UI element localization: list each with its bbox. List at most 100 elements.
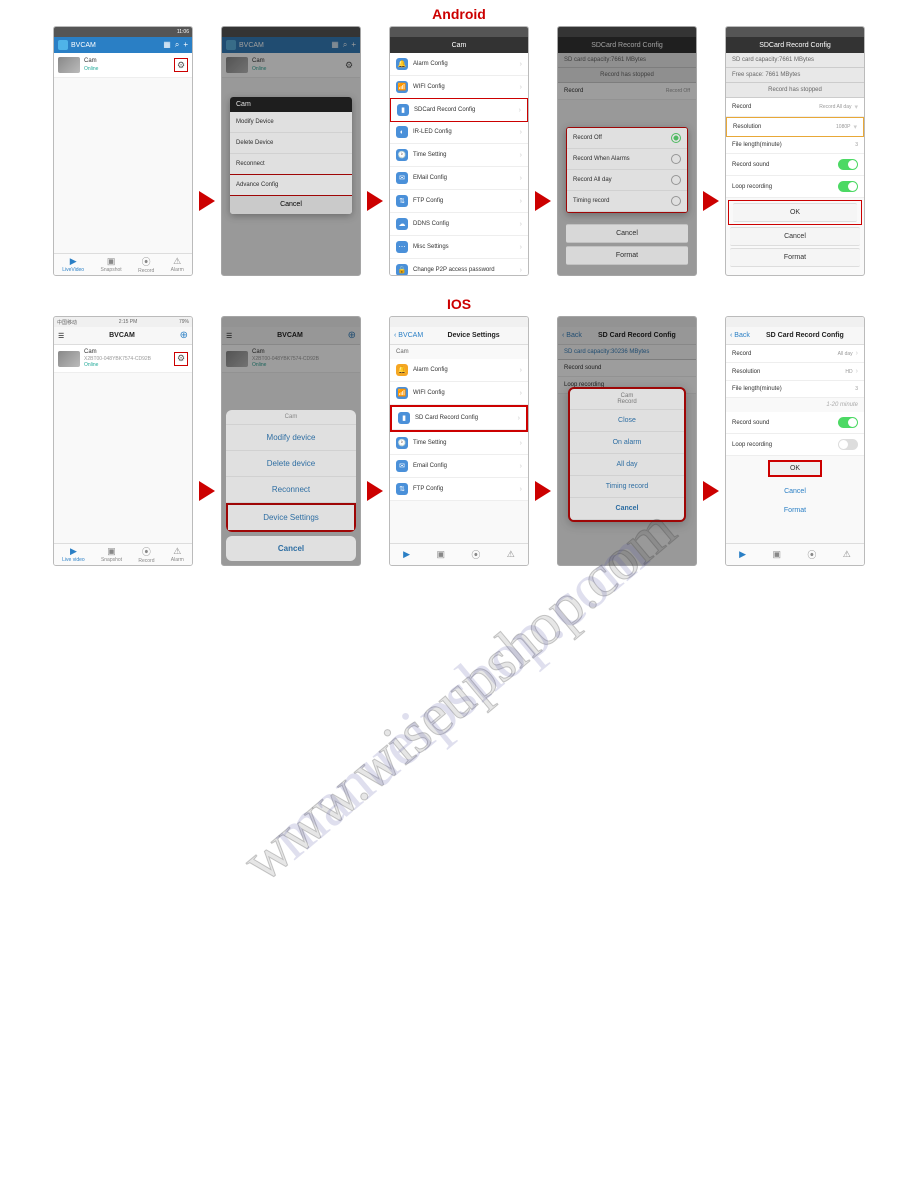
row-record[interactable]: RecordAll day›	[726, 345, 864, 363]
tab-livevideo[interactable]: ▶LiveVideo	[62, 256, 84, 273]
row-recsound[interactable]: Record sound	[726, 154, 864, 176]
tab-alarm[interactable]: ⚠Alarm	[171, 546, 184, 563]
device-settings-gear-icon[interactable]: ⚙	[174, 58, 188, 72]
tab-livevideo[interactable]: ▶	[403, 549, 410, 560]
row-loop[interactable]: Loop recording	[726, 434, 864, 456]
search-icon[interactable]: ⌕	[175, 40, 179, 50]
tab-record[interactable]: ⦿Record	[138, 545, 154, 564]
row-wifi-config[interactable]: 📶WIFI Config›	[390, 76, 528, 99]
cancel-button[interactable]: Cancel	[730, 483, 860, 500]
back-button[interactable]: ‹ Back	[730, 332, 750, 339]
sheet-reconnect[interactable]: Reconnect	[226, 477, 356, 503]
tab-snapshot[interactable]: ▣	[436, 549, 445, 560]
row-alarm-config[interactable]: 🔔Alarm Config›	[390, 359, 528, 382]
row-sdcard-config[interactable]: ▮SDCard Record Config›	[390, 98, 528, 122]
row-record[interactable]: RecordRecord All day▾	[726, 98, 864, 117]
row-filelen[interactable]: File length(minute)3	[726, 137, 864, 154]
row-label: Time Setting	[413, 440, 517, 446]
toggle-on-icon[interactable]	[838, 181, 858, 192]
sd-freespace: Free space: 7661 MBytes	[732, 72, 800, 78]
popup-cancel[interactable]: Cancel	[570, 498, 684, 520]
row-loop[interactable]: Loop recording	[726, 176, 864, 198]
nav-title: BVCAM	[109, 332, 135, 339]
sheet-modify[interactable]: Modify device	[226, 425, 356, 451]
tab-snapshot[interactable]: ▣Snapshot	[101, 256, 122, 273]
back-button[interactable]: ‹ BVCAM	[394, 332, 423, 339]
row-sdcard-config[interactable]: ▮SD Card Record Config›	[392, 407, 526, 430]
grid-icon[interactable]: ▦	[163, 40, 171, 50]
mode-all-day[interactable]: All day	[570, 454, 684, 476]
tab-alarm[interactable]: ⚠	[507, 549, 515, 560]
mode-close[interactable]: Close	[570, 410, 684, 432]
tab-alarm[interactable]: ⚠Alarm	[171, 256, 184, 273]
row-ftp[interactable]: ⇅FTP Config›	[390, 190, 528, 213]
mode-all-day[interactable]: Record All day	[567, 170, 687, 191]
toggle-off-icon[interactable]	[838, 439, 858, 450]
tab-record[interactable]: ⦿	[807, 548, 816, 561]
ok-button[interactable]: OK	[733, 203, 857, 222]
sd-title-bar: SDCard Record Config	[726, 37, 864, 53]
tab-snapshot[interactable]: ▣Snapshot	[101, 546, 122, 563]
row-wifi-config[interactable]: 📶WIFI Config›	[390, 382, 528, 405]
opt-reconnect[interactable]: Reconnect	[230, 154, 352, 175]
ok-highlight: OK	[728, 200, 862, 225]
format-button[interactable]: Format	[730, 502, 860, 519]
device-row[interactable]: Cam X2BT00-048YBK7574-CD92B Online ⚙	[54, 345, 192, 373]
tab-livevideo[interactable]: ▶Live video	[62, 546, 85, 563]
sheet-cancel[interactable]: Cancel	[226, 536, 356, 561]
chevron-icon: ›	[520, 244, 522, 251]
tab-livevideo[interactable]: ▶	[739, 549, 746, 560]
tab-alarm[interactable]: ⚠	[843, 549, 851, 560]
row-filelen[interactable]: File length(minute)3	[726, 381, 864, 398]
opt-delete[interactable]: Delete Device	[230, 133, 352, 154]
row-email[interactable]: ✉EMail Config›	[390, 167, 528, 190]
sheet-delete[interactable]: Delete device	[226, 451, 356, 477]
radio-icon	[671, 196, 681, 206]
wifi-icon: 📶	[396, 81, 408, 93]
android-record-mode-screen: SDCard Record Config SD card capacity:76…	[557, 26, 697, 276]
app-logo-icon	[58, 40, 68, 50]
sd-title: SDCard Record Config	[759, 42, 831, 49]
format-button[interactable]: Format	[730, 248, 860, 267]
toggle-on-icon[interactable]	[838, 159, 858, 170]
row-resolution[interactable]: Resolution1080P▾	[726, 117, 864, 137]
row-label: WIFI Config	[413, 84, 517, 90]
row-resolution[interactable]: ResolutionHD›	[726, 363, 864, 381]
cancel-button[interactable]: Cancel	[730, 227, 860, 246]
sheet-device-settings[interactable]: Device Settings	[226, 503, 356, 532]
row-password[interactable]: 🔒Change P2P access password›	[390, 259, 528, 276]
device-row[interactable]: Cam Online ⚙	[54, 53, 192, 78]
add-icon[interactable]: +	[183, 40, 188, 50]
ftp-icon: ⇅	[396, 483, 408, 495]
row-misc[interactable]: ⋯Misc Settings›	[390, 236, 528, 259]
status-bar	[390, 27, 528, 37]
row-label: Resolution	[732, 369, 845, 375]
tab-record[interactable]: ⦿Record	[138, 255, 154, 274]
row-recsound[interactable]: Record sound	[726, 412, 864, 434]
opt-advance-config[interactable]: Advance Config	[230, 174, 352, 196]
status-bar: 中国移动2:15 PM79%	[54, 317, 192, 327]
tab-record[interactable]: ⦿	[471, 548, 480, 561]
toggle-on-icon[interactable]	[838, 417, 858, 428]
row-email[interactable]: ✉Email Config›	[390, 455, 528, 478]
row-ftp[interactable]: ⇅FTP Config›	[390, 478, 528, 501]
mode-timing[interactable]: Timing record	[567, 191, 687, 212]
row-time[interactable]: 🕐Time Setting›	[390, 432, 528, 455]
cancel-button[interactable]: Cancel	[566, 224, 688, 243]
mode-timing[interactable]: Timing record	[570, 476, 684, 498]
row-ddns[interactable]: ☁DDNS Config›	[390, 213, 528, 236]
device-settings-gear-icon[interactable]: ⚙	[174, 352, 188, 366]
row-irled[interactable]: ◐IR-LED Config›	[390, 121, 528, 144]
row-alarm-config[interactable]: 🔔Alarm Config›	[390, 53, 528, 76]
mode-off[interactable]: Record Off	[567, 128, 687, 149]
popup-cancel[interactable]: Cancel	[230, 195, 352, 214]
opt-modify[interactable]: Modify Device	[230, 112, 352, 133]
menu-icon[interactable]: ☰	[58, 332, 64, 340]
add-icon[interactable]: ⊕	[180, 330, 188, 341]
format-button[interactable]: Format	[566, 246, 688, 265]
row-time[interactable]: 🕐Time Setting›	[390, 144, 528, 167]
ok-button[interactable]: OK	[768, 460, 822, 477]
mode-when-alarm[interactable]: Record When Alarms	[567, 149, 687, 170]
mode-on-alarm[interactable]: On alarm	[570, 432, 684, 454]
tab-snapshot[interactable]: ▣	[772, 549, 781, 560]
